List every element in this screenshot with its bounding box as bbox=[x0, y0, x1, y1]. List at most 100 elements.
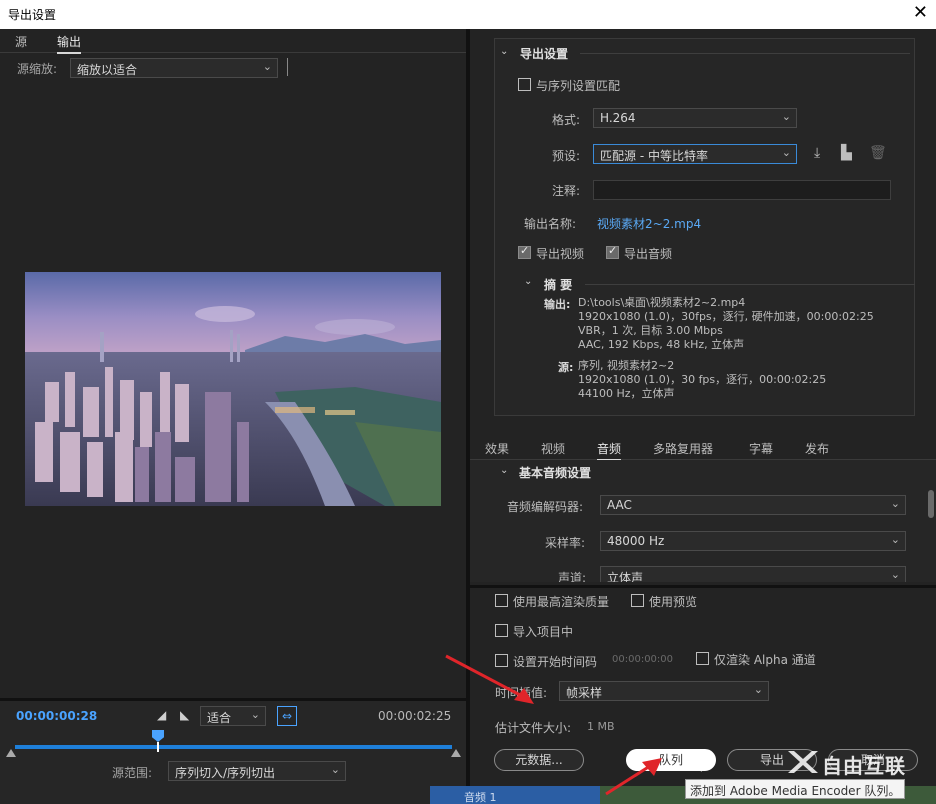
chevron-down-icon: ⌄ bbox=[753, 683, 763, 696]
fit-dropdown[interactable]: 适合 ⌄ bbox=[200, 706, 266, 726]
watermark-logo: 自由互联 bbox=[786, 746, 926, 778]
summary-chevron-icon[interactable]: ⌄ bbox=[524, 276, 532, 287]
source-range-dropdown[interactable]: 序列切入/序列切出 ⌄ bbox=[168, 761, 346, 781]
section-divider bbox=[585, 284, 915, 285]
audio-codec-label: 音频编解码器: bbox=[507, 500, 584, 514]
watermark-x-icon bbox=[788, 751, 818, 773]
chevron-down-icon: ⌄ bbox=[330, 763, 340, 776]
collapse-chevron-icon[interactable]: ⌄ bbox=[500, 46, 508, 57]
chevron-down-icon: ⌄ bbox=[890, 568, 900, 581]
divider bbox=[287, 58, 288, 76]
summary-output-line: VBR，1 次, 目标 3.00 Mbps bbox=[578, 324, 723, 337]
time-interpolation-dropdown[interactable]: 帧采样 ⌄ bbox=[559, 681, 769, 701]
set-in-point-icon[interactable]: ◢ bbox=[157, 708, 166, 722]
window-title: 导出设置 bbox=[8, 8, 57, 22]
tab-multiplexer[interactable]: 多路复用器 bbox=[653, 440, 713, 457]
mouse-cursor-icon: ↖ bbox=[691, 757, 705, 776]
time-interpolation-value: 帧采样 bbox=[566, 686, 603, 700]
section-divider bbox=[580, 53, 910, 54]
estimated-size-value: 1 MB bbox=[587, 720, 615, 733]
playhead-line bbox=[157, 742, 159, 752]
start-timecode-value[interactable]: 00:00:00:00 bbox=[612, 654, 673, 665]
max-render-quality-label: 使用最高渲染质量 bbox=[513, 595, 610, 609]
in-point-marker-icon[interactable] bbox=[6, 749, 16, 757]
tab-audio[interactable]: 音频 bbox=[597, 440, 622, 461]
chevron-down-icon: ⌄ bbox=[781, 110, 791, 123]
chevron-down-icon: ⌄ bbox=[262, 60, 272, 73]
import-project-checkbox[interactable] bbox=[495, 624, 508, 637]
alpha-only-label: 仅渲染 Alpha 通道 bbox=[714, 653, 816, 667]
delete-preset-icon[interactable]: 🗑 bbox=[869, 145, 887, 161]
watermark-text: 自由互联 bbox=[822, 754, 906, 778]
tab-publish[interactable]: 发布 bbox=[805, 440, 829, 457]
tab-captions[interactable]: 字幕 bbox=[749, 440, 773, 457]
use-preview-checkbox[interactable] bbox=[631, 594, 644, 607]
out-point-marker-icon[interactable] bbox=[451, 749, 461, 757]
summary-output-line: D:\tools\桌面\视频素材2~2.mp4 bbox=[578, 296, 746, 309]
summary-output-label: 输出: bbox=[544, 298, 571, 311]
summary-source-line: 序列, 视频素材2~2 bbox=[578, 359, 675, 372]
output-name-label: 输出名称: bbox=[524, 217, 577, 231]
tab-effects[interactable]: 效果 bbox=[485, 440, 509, 457]
export-audio-checkbox[interactable] bbox=[606, 244, 619, 259]
format-dropdown[interactable]: H.264 ⌄ bbox=[593, 108, 797, 128]
preset-label: 预设: bbox=[552, 149, 581, 163]
aspect-ratio-icon[interactable]: ⇔ bbox=[277, 706, 297, 726]
source-zoom-dropdown[interactable]: 缩放以适合 ⌄ bbox=[70, 58, 278, 78]
channels-value: 立体声 bbox=[607, 571, 644, 582]
export-video-checkbox[interactable] bbox=[518, 244, 531, 259]
left-tabs: 源 输出 bbox=[0, 29, 466, 54]
current-timecode[interactable]: 00:00:00:28 bbox=[16, 709, 97, 723]
summary-output-details: D:\tools\桌面\视频素材2~2.mp4 1920x1080 (1.0)，… bbox=[578, 296, 874, 352]
match-sequence-checkbox[interactable] bbox=[518, 78, 531, 91]
chevron-down-icon: ⌄ bbox=[890, 533, 900, 546]
max-render-quality-checkbox[interactable] bbox=[495, 594, 508, 607]
source-zoom-row: 源缩放: 缩放以适合 ⌄ bbox=[0, 56, 466, 80]
tab-video[interactable]: 视频 bbox=[541, 440, 565, 457]
chevron-down-icon: ⌄ bbox=[250, 708, 260, 721]
export-video-label: 导出视频 bbox=[536, 247, 585, 261]
export-audio-label: 导出音频 bbox=[624, 247, 673, 261]
comments-input[interactable] bbox=[593, 180, 891, 200]
output-name-link[interactable]: 视频素材2~2.mp4 bbox=[597, 215, 701, 232]
source-zoom-value: 缩放以适合 bbox=[77, 63, 138, 77]
export-settings-title: 导出设置 bbox=[520, 47, 569, 61]
save-preset-icon[interactable]: ⤓ bbox=[814, 145, 820, 161]
channels-label: 声道: bbox=[558, 571, 587, 582]
sample-rate-dropdown[interactable]: 48000 Hz ⌄ bbox=[600, 531, 906, 551]
chevron-down-icon: ⌄ bbox=[781, 146, 791, 159]
timeline-range-bar[interactable] bbox=[15, 745, 452, 749]
sample-rate-label: 采样率: bbox=[545, 536, 586, 550]
audio-track-label: 音频 1 bbox=[464, 791, 497, 804]
use-preview-label: 使用预览 bbox=[649, 595, 698, 609]
tab-output[interactable]: 输出 bbox=[57, 33, 82, 54]
audio-codec-dropdown[interactable]: AAC ⌄ bbox=[600, 495, 906, 515]
preset-dropdown[interactable]: 匹配源 - 中等比特率 ⌄ bbox=[593, 144, 797, 164]
basic-audio-title: 基本音频设置 bbox=[519, 466, 592, 480]
metadata-button[interactable]: 元数据... bbox=[494, 749, 584, 771]
red-arrow-icon bbox=[445, 654, 534, 704]
close-icon[interactable]: ✕ bbox=[913, 2, 928, 24]
estimated-size-label: 估计文件大小: bbox=[495, 721, 572, 735]
set-out-point-icon[interactable]: ◣ bbox=[180, 708, 189, 722]
chevron-down-icon: ⌄ bbox=[890, 497, 900, 510]
alpha-only-checkbox[interactable] bbox=[696, 652, 709, 665]
summary-output-line: 1920x1080 (1.0)，30fps，逐行, 硬件加速，00:00:02:… bbox=[578, 310, 874, 323]
collapse-chevron-icon[interactable]: ⌄ bbox=[500, 465, 508, 476]
summary-source-label: 源: bbox=[558, 361, 574, 374]
summary-source-details: 序列, 视频素材2~2 1920x1080 (1.0)，30 fps，逐行，00… bbox=[578, 359, 826, 401]
comments-label: 注释: bbox=[552, 184, 581, 198]
audio-codec-value: AAC bbox=[607, 498, 632, 512]
summary-source-line: 44100 Hz，立体声 bbox=[578, 387, 675, 400]
format-value: H.264 bbox=[600, 111, 636, 125]
match-sequence-label: 与序列设置匹配 bbox=[536, 79, 621, 93]
queue-tooltip: 添加到 Adobe Media Encoder 队列。 bbox=[685, 779, 906, 799]
scrollbar-thumb[interactable] bbox=[928, 490, 934, 518]
city-aerial-image bbox=[25, 272, 441, 506]
channels-dropdown[interactable]: 立体声 ⌄ bbox=[600, 566, 906, 582]
summary-source-line: 1920x1080 (1.0)，30 fps，逐行，00:00:02:25 bbox=[578, 373, 827, 386]
audio-settings-panel: ⌄ 基本音频设置 音频编解码器: AAC ⌄ 采样率: 48000 Hz ⌄ 声… bbox=[470, 460, 936, 582]
fit-value: 适合 bbox=[207, 711, 232, 725]
import-preset-icon[interactable]: ▙ bbox=[841, 145, 852, 161]
tab-source[interactable]: 源 bbox=[15, 33, 27, 50]
